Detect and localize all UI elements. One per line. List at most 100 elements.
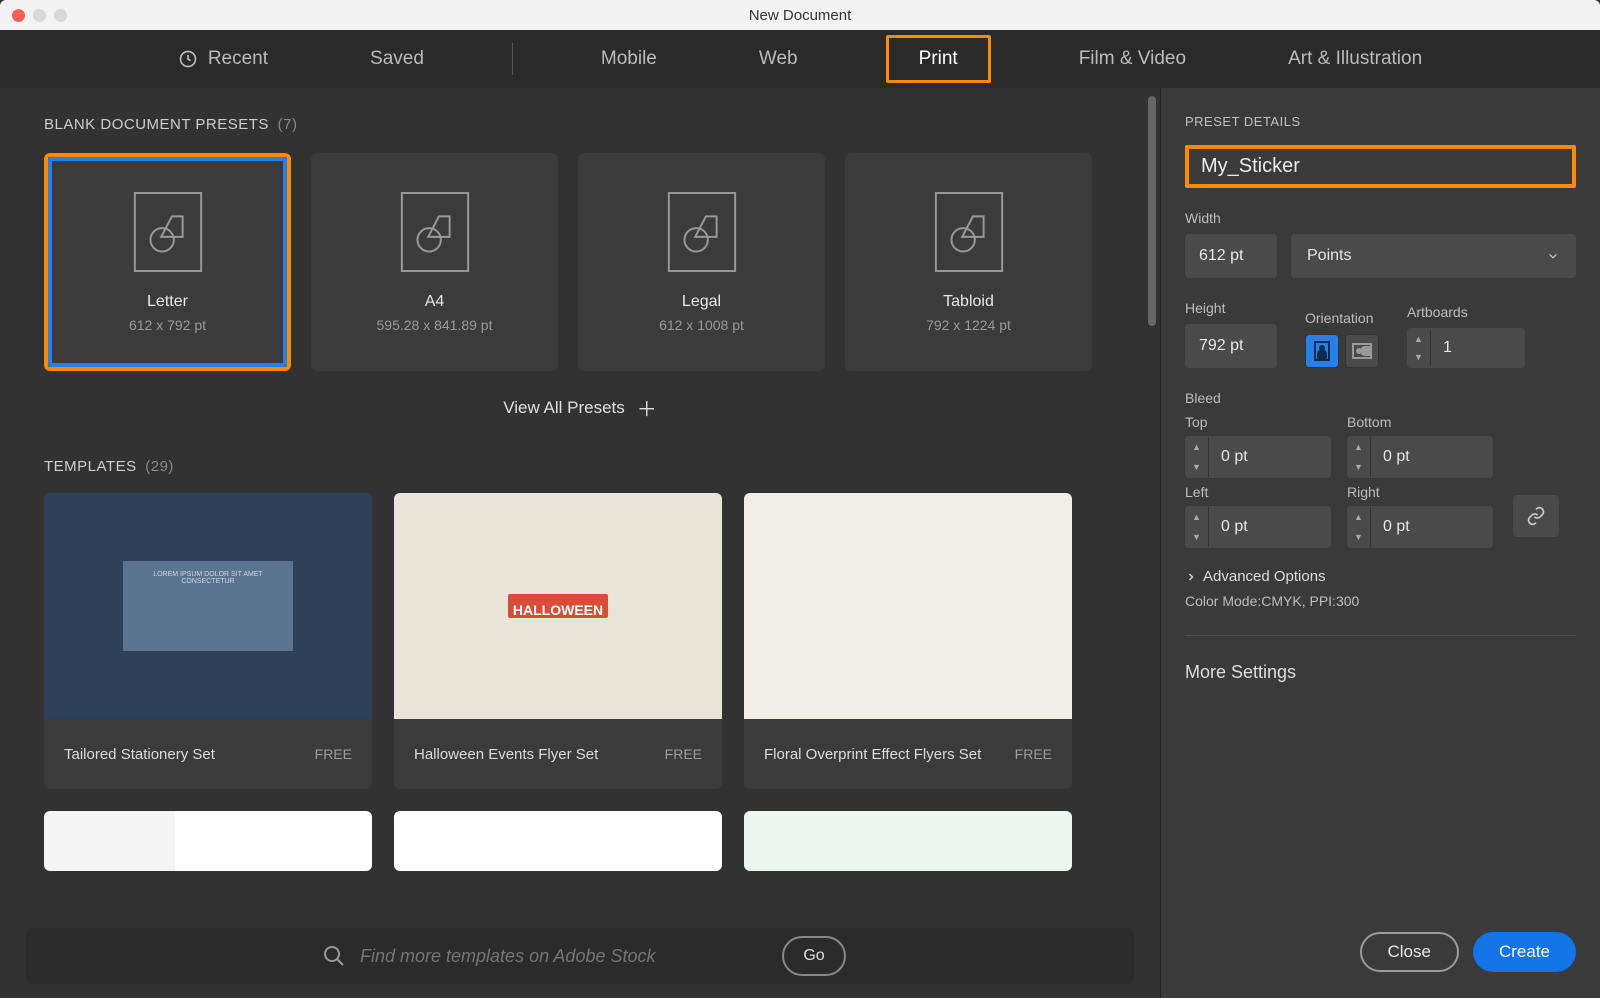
bleed-right-field[interactable]: [1371, 518, 1471, 536]
preset-dimensions: 595.28 x 841.89 pt: [377, 317, 493, 333]
close-button[interactable]: Close: [1360, 932, 1459, 972]
tab-print[interactable]: Print: [886, 35, 991, 83]
template-price: FREE: [1015, 746, 1052, 762]
stepper-down-icon[interactable]: ▼: [1407, 348, 1430, 366]
document-icon: [930, 191, 1008, 273]
document-icon: [396, 191, 474, 273]
template-card[interactable]: HALLOWEEN Halloween Events Flyer Set FRE…: [394, 493, 722, 789]
template-thumbnail: [44, 811, 372, 871]
bleed-left-field[interactable]: [1209, 518, 1309, 536]
template-name: Tailored Stationery Set: [64, 746, 215, 763]
view-all-label: View All Presets: [503, 398, 625, 418]
width-input[interactable]: [1185, 234, 1277, 278]
window-titlebar: New Document: [0, 0, 1600, 30]
template-card[interactable]: [744, 811, 1072, 871]
tab-web[interactable]: Web: [745, 42, 812, 76]
orientation-landscape-button[interactable]: [1345, 334, 1379, 368]
template-name: Halloween Events Flyer Set: [414, 746, 598, 763]
chevron-down-icon: [1546, 249, 1560, 263]
stepper-up-icon[interactable]: ▲: [1185, 507, 1208, 527]
template-thumbnail: LOREM IPSUM DOLOR SIT AMET CONSECTETUR: [44, 493, 372, 719]
bleed-top-input[interactable]: ▲▼: [1185, 436, 1331, 478]
units-value: Points: [1307, 247, 1351, 265]
template-card[interactable]: [44, 811, 372, 871]
template-thumbnail: HALLOWEEN: [394, 493, 722, 719]
scrollbar[interactable]: [1148, 96, 1156, 326]
color-mode-text: Color Mode:CMYK, PPI:300: [1185, 593, 1576, 609]
advanced-options-label: Advanced Options: [1203, 568, 1326, 585]
preset-name-highlight: [1185, 145, 1576, 188]
artboards-input[interactable]: [1431, 339, 1497, 357]
preset-letter[interactable]: Letter 612 x 792 pt: [44, 153, 291, 371]
document-icon: [129, 191, 207, 273]
template-card[interactable]: [394, 811, 722, 871]
document-icon: [663, 191, 741, 273]
presets-panel: BLANK DOCUMENT PRESETS (7) Letter 612 x …: [0, 88, 1160, 998]
landscape-icon: [1352, 343, 1372, 359]
preset-tabloid[interactable]: Tabloid 792 x 1224 pt: [845, 153, 1092, 371]
template-thumbnail: [744, 811, 1072, 871]
preset-a4[interactable]: A4 595.28 x 841.89 pt: [311, 153, 558, 371]
preset-details-panel: PRESET DETAILS Width Points Height Orien…: [1160, 88, 1600, 998]
search-icon: [322, 944, 346, 968]
bleed-bottom-field[interactable]: [1371, 448, 1471, 466]
template-card[interactable]: LOREM IPSUM DOLOR SIT AMET CONSECTETUR T…: [44, 493, 372, 789]
plus-icon: ＋: [637, 393, 657, 422]
template-thumbnail: [744, 493, 1072, 719]
templates-count: (29): [145, 458, 174, 475]
bleed-left-label: Left: [1185, 484, 1335, 500]
units-select[interactable]: Points: [1291, 234, 1576, 278]
tab-recent[interactable]: Recent: [164, 42, 282, 76]
orientation-label: Orientation: [1305, 310, 1379, 326]
stepper-up-icon[interactable]: ▲: [1185, 437, 1208, 457]
stock-search-input[interactable]: [360, 946, 782, 967]
tab-saved[interactable]: Saved: [356, 42, 438, 76]
stepper-down-icon[interactable]: ▼: [1347, 527, 1370, 547]
preset-legal[interactable]: Legal 612 x 1008 pt: [578, 153, 825, 371]
stepper-down-icon[interactable]: ▼: [1185, 457, 1208, 477]
more-settings-button[interactable]: More Settings: [1185, 662, 1576, 683]
divider: [1185, 635, 1576, 636]
artboards-label: Artboards: [1407, 304, 1525, 320]
go-button[interactable]: Go: [782, 936, 846, 976]
tab-mobile[interactable]: Mobile: [587, 42, 671, 76]
tab-art-illustration[interactable]: Art & Illustration: [1274, 42, 1436, 76]
tab-recent-label: Recent: [208, 48, 268, 70]
width-label: Width: [1185, 210, 1576, 226]
bleed-top-field[interactable]: [1209, 448, 1309, 466]
stepper-up-icon[interactable]: ▲: [1407, 330, 1430, 348]
stepper-up-icon[interactable]: ▲: [1347, 507, 1370, 527]
portrait-icon: [1314, 341, 1330, 361]
preset-name: Letter: [147, 293, 188, 311]
create-button[interactable]: Create: [1473, 932, 1576, 972]
stepper-down-icon[interactable]: ▼: [1347, 457, 1370, 477]
preset-dimensions: 612 x 792 pt: [129, 317, 206, 333]
tab-film-video[interactable]: Film & Video: [1065, 42, 1200, 76]
chevron-right-icon: [1185, 571, 1197, 583]
template-thumbnail: [394, 811, 722, 871]
bleed-left-input[interactable]: ▲▼: [1185, 506, 1331, 548]
template-card[interactable]: Floral Overprint Effect Flyers Set FREE: [744, 493, 1072, 789]
bleed-right-input[interactable]: ▲▼: [1347, 506, 1493, 548]
height-input[interactable]: [1185, 324, 1277, 368]
stock-search-bar: Go: [26, 928, 1134, 984]
category-tabs: Recent Saved Mobile Web Print Film & Vid…: [0, 30, 1600, 88]
preset-name: A4: [425, 293, 445, 311]
advanced-options-toggle[interactable]: Advanced Options: [1185, 568, 1576, 585]
presets-count: (7): [278, 116, 298, 133]
view-all-presets[interactable]: View All Presets ＋: [44, 393, 1116, 422]
preset-name-input[interactable]: [1189, 149, 1373, 184]
presets-title-text: BLANK DOCUMENT PRESETS: [44, 116, 269, 133]
stepper-down-icon[interactable]: ▼: [1185, 527, 1208, 547]
template-price: FREE: [665, 746, 702, 762]
stepper-up-icon[interactable]: ▲: [1347, 437, 1370, 457]
orientation-portrait-button[interactable]: [1305, 334, 1339, 368]
bleed-bottom-input[interactable]: ▲▼: [1347, 436, 1493, 478]
artboards-stepper[interactable]: ▲▼: [1407, 328, 1525, 368]
preset-dimensions: 612 x 1008 pt: [659, 317, 744, 333]
bleed-link-button[interactable]: [1513, 495, 1559, 537]
preset-name: Legal: [682, 293, 721, 311]
link-icon: [1526, 506, 1546, 526]
template-price: FREE: [315, 746, 352, 762]
templates-title-text: TEMPLATES: [44, 458, 137, 475]
